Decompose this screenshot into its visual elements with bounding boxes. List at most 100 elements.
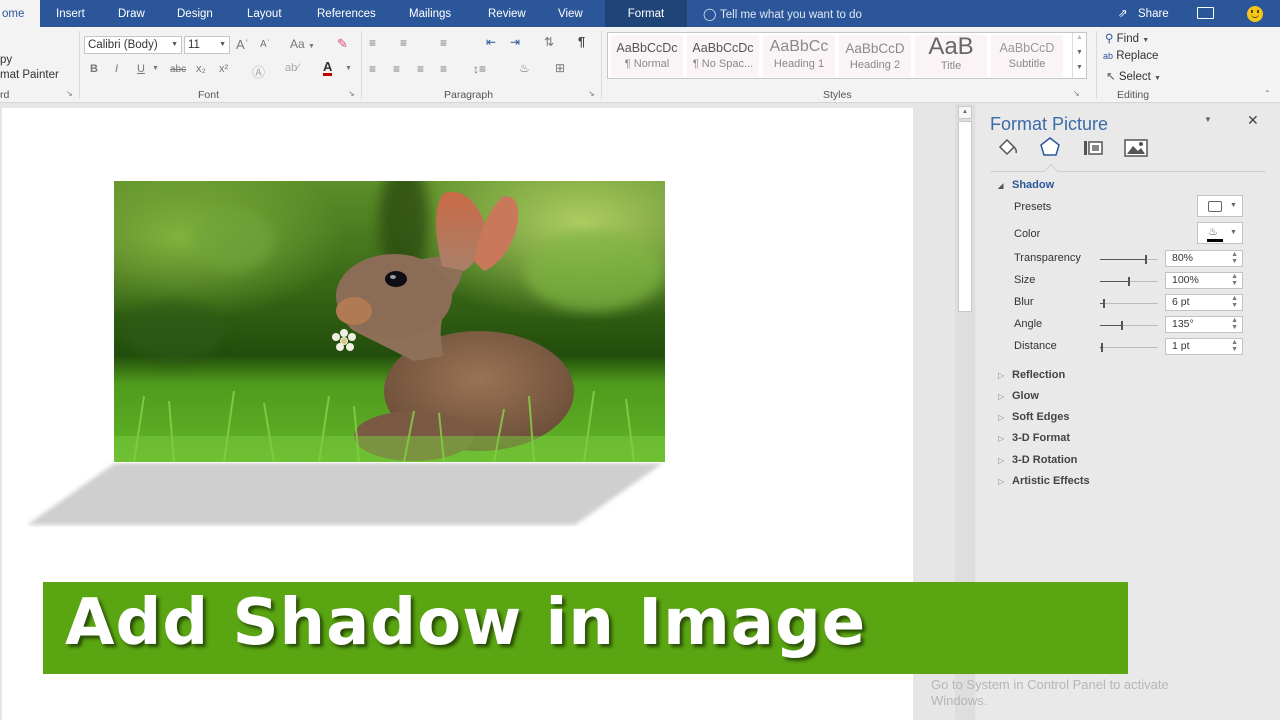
underline-dropdown-icon[interactable]: ▼ [152, 65, 159, 72]
collapse-ribbon-icon[interactable]: ⌃ [1264, 89, 1271, 98]
align-right-icon[interactable]: ≡ [417, 62, 424, 76]
fill-line-icon[interactable] [996, 137, 1020, 157]
3d-format-section[interactable]: ▷ 3-D Format [998, 432, 1070, 444]
show-formatting-icon[interactable]: ¶ [578, 34, 585, 49]
style-heading-2[interactable]: AaBbCcD Heading 2 [839, 35, 911, 77]
reflection-section[interactable]: ▷ Reflection [998, 369, 1065, 381]
tab-references[interactable]: References [317, 0, 376, 27]
slider-thumb[interactable] [1128, 277, 1130, 286]
transparency-slider[interactable] [1100, 255, 1158, 264]
scroll-up-icon[interactable]: ▲ [1076, 34, 1083, 41]
tab-home[interactable]: ome [0, 0, 40, 27]
distance-slider[interactable] [1100, 343, 1158, 352]
picture-icon[interactable] [1124, 138, 1148, 158]
share-button[interactable]: ⇗ Share [1118, 0, 1169, 27]
tab-review[interactable]: Review [488, 0, 526, 27]
artistic-effects-section[interactable]: ▷ Artistic Effects [998, 475, 1090, 487]
shading-icon[interactable]: ♨ [519, 61, 530, 75]
tab-insert[interactable]: Insert [56, 0, 85, 27]
shrink-font-icon[interactable]: Aˈ [260, 39, 270, 50]
rabbit-picture[interactable] [114, 181, 665, 462]
spin-arrows-icon[interactable]: ▲ ▼ [1231, 339, 1238, 353]
align-left-icon[interactable]: ≡ [369, 62, 376, 76]
text-effects-icon[interactable]: Ⓐ [252, 62, 265, 81]
borders-icon[interactable]: ⊞ [555, 61, 565, 75]
scroll-up-button[interactable]: ▲ [958, 106, 972, 119]
slider-thumb[interactable] [1101, 343, 1103, 352]
font-size-dropdown[interactable]: 11 ▼ [184, 36, 230, 54]
more-styles-icon[interactable]: ▼ [1076, 64, 1083, 71]
paragraph-launcher-icon[interactable]: ↘ [588, 89, 595, 98]
3d-rotation-section[interactable]: ▷ 3-D Rotation [998, 454, 1077, 466]
copy-button[interactable]: py [0, 54, 12, 66]
spin-arrows-icon[interactable]: ▲ ▼ [1231, 251, 1238, 265]
size-slider[interactable] [1100, 277, 1158, 286]
presets-dropdown[interactable]: ▼ [1197, 195, 1243, 217]
slider-thumb[interactable] [1121, 321, 1123, 330]
angle-spinner[interactable]: 135° ▲ ▼ [1165, 316, 1243, 333]
tab-view[interactable]: View [558, 0, 583, 27]
style-normal[interactable]: AaBbCcDc ¶ Normal [611, 35, 683, 77]
distance-spinner[interactable]: 1 pt ▲ ▼ [1165, 338, 1243, 355]
bold-button[interactable]: B [90, 63, 98, 75]
style-title[interactable]: AaB Title [915, 33, 987, 77]
sort-icon[interactable]: ⇅ [544, 35, 554, 49]
strikethrough-button[interactable]: abc [170, 64, 186, 75]
find-button[interactable]: ⚲ Find ▼ [1105, 31, 1149, 45]
transparency-spinner[interactable]: 80% ▲ ▼ [1165, 250, 1243, 267]
replace-button[interactable]: ab Replace [1103, 50, 1158, 62]
font-color-icon[interactable]: A [323, 60, 333, 76]
bullets-icon[interactable]: ≡ [369, 36, 376, 50]
justify-icon[interactable]: ≡ [440, 62, 447, 76]
subscript-button[interactable]: x₂ [196, 63, 206, 75]
font-name-dropdown[interactable]: Calibri (Body) ▼ [84, 36, 182, 54]
multilevel-list-icon[interactable]: ≡ [440, 36, 447, 50]
blur-slider[interactable] [1100, 299, 1158, 308]
spin-arrows-icon[interactable]: ▲ ▼ [1231, 273, 1238, 287]
decrease-indent-icon[interactable]: ⇤ [486, 35, 496, 49]
scroll-thumb[interactable] [958, 121, 972, 312]
superscript-button[interactable]: x² [219, 63, 228, 75]
shadow-color-dropdown[interactable]: ♨ ▼ [1197, 222, 1243, 244]
style-heading-1[interactable]: AaBbCc Heading 1 [763, 35, 835, 77]
slider-thumb[interactable] [1145, 255, 1147, 264]
pane-options-icon[interactable]: ▼ [1204, 115, 1212, 124]
effects-icon[interactable] [1038, 136, 1062, 158]
change-case-button[interactable]: Aa ▼ [290, 37, 315, 51]
format-painter-button[interactable]: mat Painter [0, 69, 59, 81]
tell-me-search[interactable]: ◯ Tell me what you want to do [703, 0, 862, 27]
italic-button[interactable]: I [115, 63, 118, 75]
clear-formatting-icon[interactable]: ✎ [337, 36, 348, 52]
tab-layout[interactable]: Layout [247, 0, 282, 27]
glow-section[interactable]: ▷ Glow [998, 390, 1039, 402]
slider-thumb[interactable] [1103, 299, 1105, 308]
font-launcher-icon[interactable]: ↘ [348, 89, 355, 98]
styles-launcher-icon[interactable]: ↘ [1073, 89, 1080, 98]
scroll-down-icon[interactable]: ▼ [1076, 49, 1083, 56]
tab-mailings[interactable]: Mailings [409, 0, 451, 27]
layout-properties-icon[interactable] [1082, 138, 1106, 158]
increase-indent-icon[interactable]: ⇥ [510, 35, 520, 49]
highlight-color-icon[interactable]: ab⁄ [285, 62, 299, 74]
grow-font-icon[interactable]: Aˈ [236, 37, 249, 52]
spin-arrows-icon[interactable]: ▲ ▼ [1231, 317, 1238, 331]
style-no-spacing[interactable]: AaBbCcDc ¶ No Spac... [687, 35, 759, 77]
close-icon[interactable]: ✕ [1247, 112, 1259, 129]
style-subtitle[interactable]: AaBbCcD Subtitle [991, 35, 1063, 77]
blur-spinner[interactable]: 6 pt ▲ ▼ [1165, 294, 1243, 311]
numbering-icon[interactable]: ≡ [400, 36, 407, 50]
size-spinner[interactable]: 100% ▲ ▼ [1165, 272, 1243, 289]
tab-format[interactable]: Format [605, 0, 687, 27]
align-center-icon[interactable]: ≡ [393, 62, 400, 76]
tab-draw[interactable]: Draw [118, 0, 145, 27]
font-color-dropdown-icon[interactable]: ▼ [345, 65, 352, 72]
comments-icon[interactable] [1197, 7, 1214, 19]
line-spacing-icon[interactable]: ↕≡ [473, 62, 486, 76]
spin-arrows-icon[interactable]: ▲ ▼ [1231, 295, 1238, 309]
shadow-section-header[interactable]: ◢ Shadow [998, 179, 1054, 191]
select-button[interactable]: ↖ Select ▼ [1106, 69, 1161, 83]
tab-design[interactable]: Design [177, 0, 213, 27]
soft-edges-section[interactable]: ▷ Soft Edges [998, 411, 1069, 423]
styles-scroll[interactable]: ▲ ▼ ▼ [1072, 33, 1087, 78]
smiley-feedback-icon[interactable] [1247, 6, 1263, 22]
